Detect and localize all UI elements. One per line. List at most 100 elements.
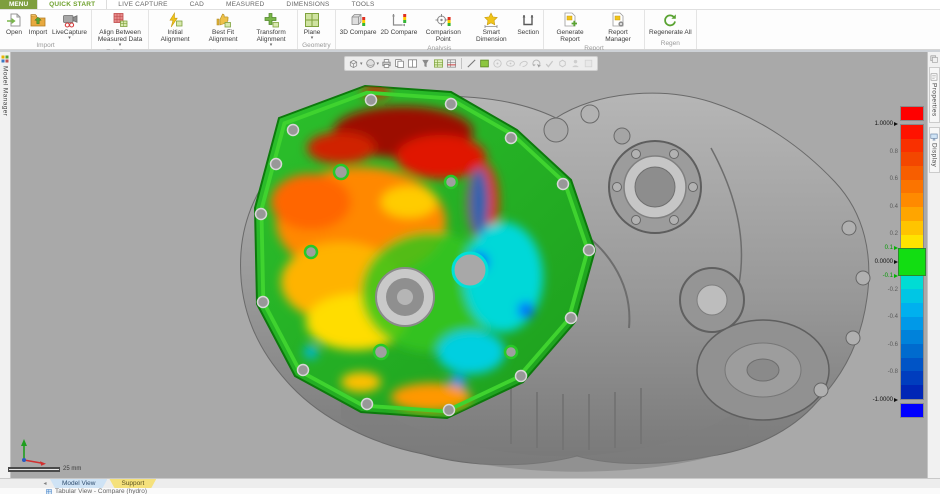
comparison-point-button[interactable]: Comparison Point [419, 11, 467, 44]
section-button[interactable]: Section [515, 11, 541, 37]
regenerate-all-button[interactable]: Regenerate All [647, 11, 694, 37]
best-fit-alignment-button[interactable]: Best Fit Alignment [199, 11, 247, 44]
import-icon [30, 12, 46, 28]
scale-under-range-block [900, 403, 924, 418]
toolbar-divider [461, 58, 463, 69]
support-tab[interactable]: Support [109, 479, 156, 488]
scale-segment [901, 234, 923, 249]
split-view-icon[interactable] [406, 57, 419, 70]
ribbon-group-import: Open Import LiveCapture Import [0, 10, 93, 49]
scale-segment [901, 193, 923, 208]
scale-tick--0.6: -0.6 [887, 341, 898, 348]
scale-segment [901, 316, 923, 331]
smart-dimension-icon [483, 12, 499, 28]
group-label-regen: Regen [660, 40, 680, 47]
scale-tick--1.0000[interactable]: -1.0000 [873, 397, 898, 403]
properties-icon [930, 73, 938, 81]
transform-alignment-icon [263, 12, 279, 28]
scale-tick-1.0000[interactable]: 1.0000 [875, 121, 898, 127]
smart-dimension-button[interactable]: Smart Dimension [467, 11, 515, 44]
tab-tools[interactable]: TOOLS [341, 0, 386, 9]
pick-filter-icon[interactable] [419, 57, 432, 70]
confirm-select-icon[interactable] [543, 57, 556, 70]
3d-viewport[interactable]: Model Manager Properties Display ▾ ▾ 1.00… [0, 50, 940, 478]
viewport-toolbar: ▾ ▾ [344, 56, 599, 71]
view-orientation-icon[interactable] [347, 57, 360, 70]
tab-live-capture[interactable]: LIVE CAPTURE [107, 0, 178, 9]
dropdown-caret-icon[interactable] [119, 43, 122, 47]
open-button[interactable]: Open [2, 11, 26, 37]
generate-report-icon [562, 12, 578, 28]
scale-segment [901, 207, 923, 221]
report-manager-button[interactable]: Report Manager [594, 11, 642, 44]
ribbon-group-regen: Regenerate All Regen [645, 10, 697, 49]
user-select-icon[interactable] [569, 57, 582, 70]
scale-segment [901, 289, 923, 303]
livecapture-button[interactable]: LiveCapture [50, 11, 89, 41]
model-manager-tab[interactable]: Model Manager [2, 66, 9, 116]
scale-segment [901, 166, 923, 180]
scale-tick--0.1[interactable]: -0.1 [883, 273, 898, 279]
ribbon-group-geometry: Plane Geometry [298, 10, 336, 49]
deviation-color-scale: 1.0000 0.8 0.6 0.4 0.2 0.1 0.0000 -0.1 -0.2 -0.4 -… [873, 106, 926, 418]
initial-alignment-button[interactable]: Initial Alignment [151, 11, 199, 44]
clear-select-icon[interactable] [582, 57, 595, 70]
report-manager-icon [610, 12, 626, 28]
tab-cad[interactable]: CAD [179, 0, 215, 9]
copy-view-icon[interactable] [393, 57, 406, 70]
circle-select-icon[interactable] [491, 57, 504, 70]
tab-dimensions[interactable]: DIMENSIONS [275, 0, 340, 9]
table-view-icon[interactable] [432, 57, 445, 70]
scale-tick-0.0000[interactable]: 0.0000 [875, 259, 898, 265]
generate-report-button[interactable]: Generate Report [546, 11, 594, 44]
transform-alignment-button[interactable]: Transform Alignment [247, 11, 295, 48]
dropdown-caret-icon[interactable]: ▾ [360, 61, 363, 67]
model-canvas[interactable] [11, 52, 927, 480]
tabular-view-icon [46, 489, 52, 494]
screen-capture-icon[interactable] [380, 57, 393, 70]
rectangle-select-icon[interactable] [478, 57, 491, 70]
left-panel-strip: Model Manager [0, 52, 11, 478]
scale-tick-0.1[interactable]: 0.1 [885, 245, 898, 251]
scale-segment [901, 152, 923, 167]
scale-segment [901, 138, 923, 153]
rotate-select-icon[interactable] [530, 57, 543, 70]
import-button[interactable]: Import [26, 11, 50, 37]
table-compare-icon[interactable] [445, 57, 458, 70]
scale-segment [901, 357, 923, 372]
display-tab[interactable]: Display [928, 126, 940, 173]
align-between-measured-data-button[interactable]: Align Between Measured Data [94, 11, 146, 48]
plane-button[interactable]: Plane [300, 11, 324, 41]
scale-arrow-icon [894, 260, 898, 264]
ribbon-group-edit-scan: Align Between Measured Data Edit Scan [92, 10, 150, 56]
ribbon-group-report: Generate Report Report Manager Report [544, 10, 646, 52]
scale-gradient-bar[interactable] [898, 124, 926, 400]
tabular-view-tab[interactable]: Tabular View - Compare (hydro) [55, 488, 147, 494]
scale-segment [901, 179, 923, 194]
scale-arrow-icon [894, 122, 898, 126]
dropdown-caret-icon[interactable] [68, 36, 71, 40]
tab-scroll-left-icon[interactable] [40, 479, 50, 488]
2d-compare-button[interactable]: 2D Compare [378, 11, 419, 37]
dropdown-caret-icon[interactable]: ▾ [377, 61, 380, 67]
ellipse-select-icon[interactable] [504, 57, 517, 70]
3d-compare-icon [350, 12, 366, 28]
properties-tab[interactable]: Properties [928, 67, 940, 123]
lasso-select-icon[interactable] [517, 57, 530, 70]
plane-icon [304, 12, 320, 28]
scale-arrow-icon [894, 273, 898, 278]
render-mode-icon[interactable] [364, 57, 377, 70]
3d-compare-button[interactable]: 3D Compare [338, 11, 379, 37]
polygon-select-icon[interactable] [556, 57, 569, 70]
model-view-tab[interactable]: Model View [50, 479, 107, 488]
dropdown-caret-icon[interactable] [270, 43, 273, 47]
tab-quick-start[interactable]: QUICK START [37, 0, 108, 9]
ribbon-group-alignment: Initial Alignment Best Fit Alignment Tra… [149, 10, 299, 56]
panel-capture-icon[interactable] [930, 55, 938, 63]
line-select-icon[interactable] [465, 57, 478, 70]
tab-measured[interactable]: MEASURED [215, 0, 275, 9]
menu-button[interactable]: MENU [0, 0, 38, 9]
scale-segment [901, 125, 923, 139]
dropdown-caret-icon[interactable] [311, 36, 314, 40]
display-icon [930, 133, 938, 141]
